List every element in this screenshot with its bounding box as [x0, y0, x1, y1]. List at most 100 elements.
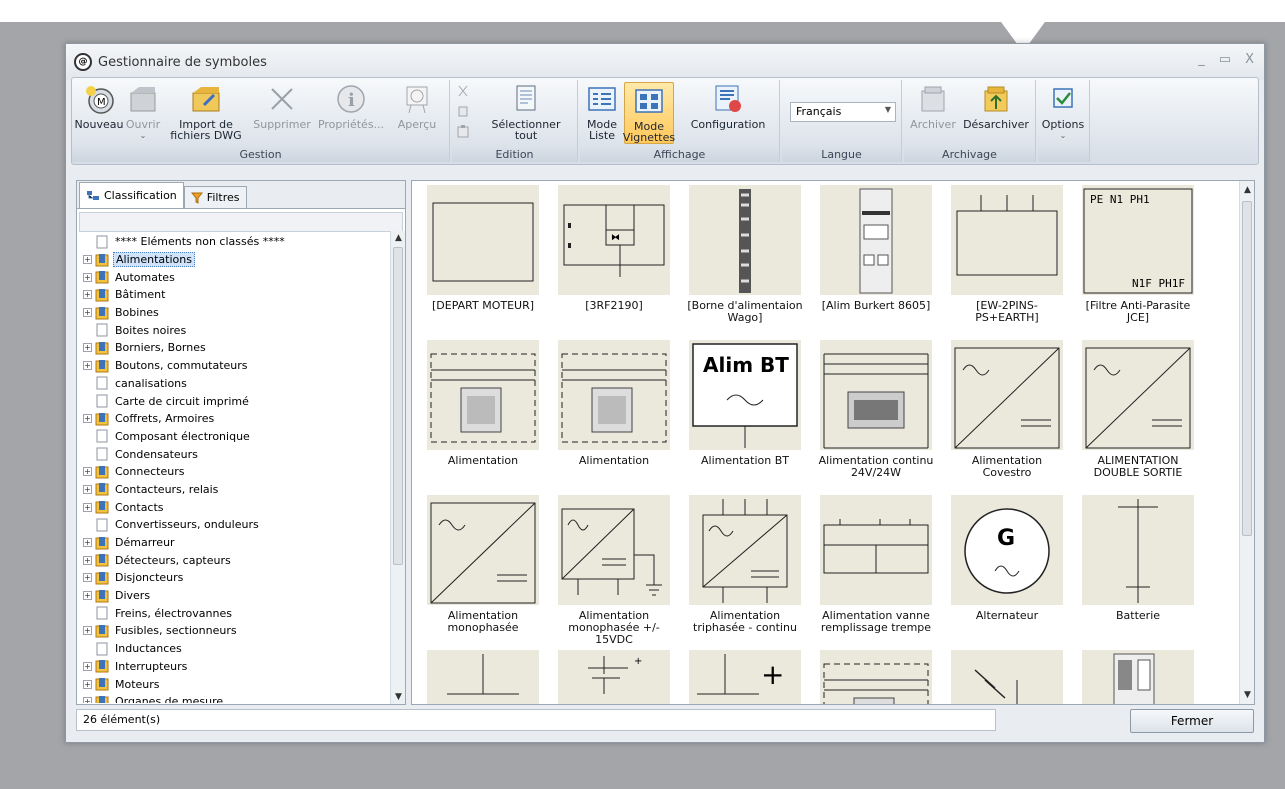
- tree-item[interactable]: + Automates: [79, 268, 385, 286]
- tree-item[interactable]: + Détecteurs, capteurs: [79, 551, 385, 569]
- tree-item[interactable]: + Coffrets, Armoires: [79, 410, 385, 428]
- tree-item[interactable]: Boites noires: [79, 321, 385, 339]
- tree-item[interactable]: + Bâtiment: [79, 286, 385, 304]
- tree-item[interactable]: Composant électronique: [79, 428, 385, 446]
- tree-item[interactable]: Inductances: [79, 640, 385, 658]
- tree-item[interactable]: Condensateurs: [79, 445, 385, 463]
- tree-item[interactable]: + Démarreur: [79, 534, 385, 552]
- paste-icon[interactable]: [456, 124, 470, 138]
- grid-scrollbar[interactable]: ▲ ▼: [1239, 181, 1254, 704]
- expand-icon[interactable]: +: [83, 414, 92, 424]
- symbol-thumbnail[interactable]: Alimentation monophasée +/- 15VDC: [555, 495, 673, 646]
- tree-item[interactable]: + Disjoncteurs: [79, 569, 385, 587]
- tree-item[interactable]: **** Eléments non classés ****: [79, 233, 385, 251]
- tree-item[interactable]: + Contacteurs, relais: [79, 481, 385, 499]
- symbol-thumbnail[interactable]: [817, 650, 935, 704]
- symbol-thumbnail[interactable]: Alimentation vanne remplissage trempe: [817, 495, 935, 645]
- expand-icon[interactable]: +: [83, 591, 92, 601]
- select-all-button[interactable]: Sélectionner tout: [486, 82, 566, 141]
- symbol-thumbnail[interactable]: [EW-2PINS-PS+EARTH]: [948, 185, 1066, 335]
- symbol-thumbnail[interactable]: [DEPART MOTEUR]: [424, 185, 542, 335]
- tree-item[interactable]: + Contacts: [79, 498, 385, 516]
- symbol-thumbnail[interactable]: [1079, 650, 1197, 704]
- scroll-up-icon[interactable]: ▲: [391, 233, 406, 243]
- symbol-thumbnail[interactable]: [424, 650, 542, 704]
- symbol-thumbnail[interactable]: Alim BT Alimentation BT: [686, 340, 804, 490]
- open-button[interactable]: Ouvrir ⌄: [124, 82, 162, 141]
- expand-icon[interactable]: +: [83, 555, 92, 565]
- expand-icon[interactable]: +: [83, 538, 92, 548]
- expand-icon[interactable]: +: [83, 661, 92, 671]
- symbol-thumbnail[interactable]: Alimentation: [424, 340, 542, 490]
- archive-button[interactable]: Archiver: [908, 82, 958, 130]
- symbol-thumbnail[interactable]: [Borne d'alimentaion Wago]: [686, 185, 804, 335]
- minimize-button[interactable]: _: [1198, 52, 1205, 67]
- tree-item[interactable]: + Fusibles, sectionneurs: [79, 622, 385, 640]
- symbol-thumbnail[interactable]: Alimentation: [555, 340, 673, 490]
- scroll-up-icon[interactable]: ▲: [1240, 185, 1254, 195]
- tree-item[interactable]: canalisations: [79, 375, 385, 393]
- expand-icon[interactable]: +: [83, 290, 92, 300]
- scroll-down-icon[interactable]: ▼: [1240, 690, 1254, 700]
- symbol-thumbnail[interactable]: ALIMENTATION DOUBLE SORTIE: [1079, 340, 1197, 490]
- maximize-button[interactable]: ▭: [1219, 52, 1231, 67]
- close-window-button[interactable]: X: [1245, 52, 1254, 67]
- tree-item[interactable]: + Borniers, Bornes: [79, 339, 385, 357]
- symbol-thumbnail[interactable]: [948, 650, 1066, 704]
- symbol-thumbnail[interactable]: [Alim Burkert 8605]: [817, 185, 935, 335]
- expand-icon[interactable]: +: [83, 272, 92, 282]
- expand-icon[interactable]: +: [83, 626, 92, 636]
- expand-icon[interactable]: +: [83, 343, 92, 353]
- preview-button[interactable]: Aperçu: [392, 82, 442, 130]
- properties-button[interactable]: i Propriétés...: [316, 82, 386, 130]
- tree-item[interactable]: + Organes de mesure: [79, 693, 385, 703]
- tree-scrollbar[interactable]: ▲ ▼: [390, 231, 405, 704]
- close-button[interactable]: Fermer: [1130, 709, 1254, 733]
- tree-item[interactable]: + Bobines: [79, 304, 385, 322]
- expand-icon[interactable]: +: [83, 484, 92, 494]
- tree-item[interactable]: + Divers: [79, 587, 385, 605]
- options-button[interactable]: Options ⌄: [1040, 82, 1086, 141]
- tree-item[interactable]: + Connecteurs: [79, 463, 385, 481]
- expand-icon[interactable]: +: [83, 502, 92, 512]
- expand-icon[interactable]: +: [83, 467, 92, 477]
- symbol-thumbnail[interactable]: ⧓ [3RF2190]: [555, 185, 673, 335]
- new-button[interactable]: M Nouveau: [75, 82, 123, 130]
- symbol-thumbnail[interactable]: Alimentation triphasée - continu: [686, 495, 804, 645]
- delete-button[interactable]: Supprimer: [252, 82, 312, 130]
- cut-icon[interactable]: [456, 84, 470, 98]
- grid-scroll-thumb[interactable]: [1242, 201, 1252, 536]
- copy-icon[interactable]: [456, 104, 470, 118]
- tree-item[interactable]: + Moteurs: [79, 675, 385, 693]
- symbol-thumbnail[interactable]: Batterie: [1079, 495, 1197, 645]
- expand-icon[interactable]: +: [83, 255, 92, 265]
- expand-icon[interactable]: +: [83, 679, 92, 689]
- symbol-thumbnail[interactable]: G Alternateur: [948, 495, 1066, 645]
- tree-item[interactable]: + Interrupteurs: [79, 658, 385, 676]
- tree-item[interactable]: Convertisseurs, onduleurs: [79, 516, 385, 534]
- symbol-thumbnail[interactable]: PE N1 PH1 N1F PH1F [Filtre Anti-Parasite J…: [1079, 185, 1197, 335]
- symbol-thumbnail[interactable]: Alimentation Covestro: [948, 340, 1066, 490]
- tab-filtres[interactable]: Filtres: [183, 186, 247, 208]
- import-dwg-button[interactable]: Import de fichiers DWG: [166, 82, 246, 141]
- tree-item[interactable]: + Boutons, commutateurs: [79, 357, 385, 375]
- expand-icon[interactable]: +: [83, 573, 92, 583]
- tree-item[interactable]: + Alimentations: [79, 251, 385, 269]
- symbol-thumbnail[interactable]: Alimentation continu 24V/24W: [817, 340, 935, 490]
- configuration-button[interactable]: Configuration: [680, 82, 776, 130]
- symbol-thumbnail[interactable]: +: [555, 650, 673, 704]
- scroll-down-icon[interactable]: ▼: [391, 692, 406, 702]
- tree-item[interactable]: Freins, électrovannes: [79, 604, 385, 622]
- expand-icon[interactable]: +: [83, 361, 92, 371]
- symbol-thumbnail[interactable]: +: [686, 650, 804, 704]
- language-select[interactable]: Français ▼: [790, 102, 896, 122]
- expand-icon[interactable]: +: [83, 308, 92, 318]
- thumbnail-mode-button[interactable]: Mode Vignettes: [623, 82, 675, 144]
- unarchive-button[interactable]: Désarchiver: [962, 82, 1030, 130]
- tab-classification[interactable]: Classification: [79, 182, 184, 208]
- expand-icon[interactable]: +: [83, 697, 92, 703]
- list-mode-button[interactable]: Mode Liste: [582, 82, 622, 141]
- tree-scroll-thumb[interactable]: [393, 247, 403, 565]
- tree-item[interactable]: Carte de circuit imprimé: [79, 392, 385, 410]
- symbol-thumbnail[interactable]: Alimentation monophasée: [424, 495, 542, 645]
